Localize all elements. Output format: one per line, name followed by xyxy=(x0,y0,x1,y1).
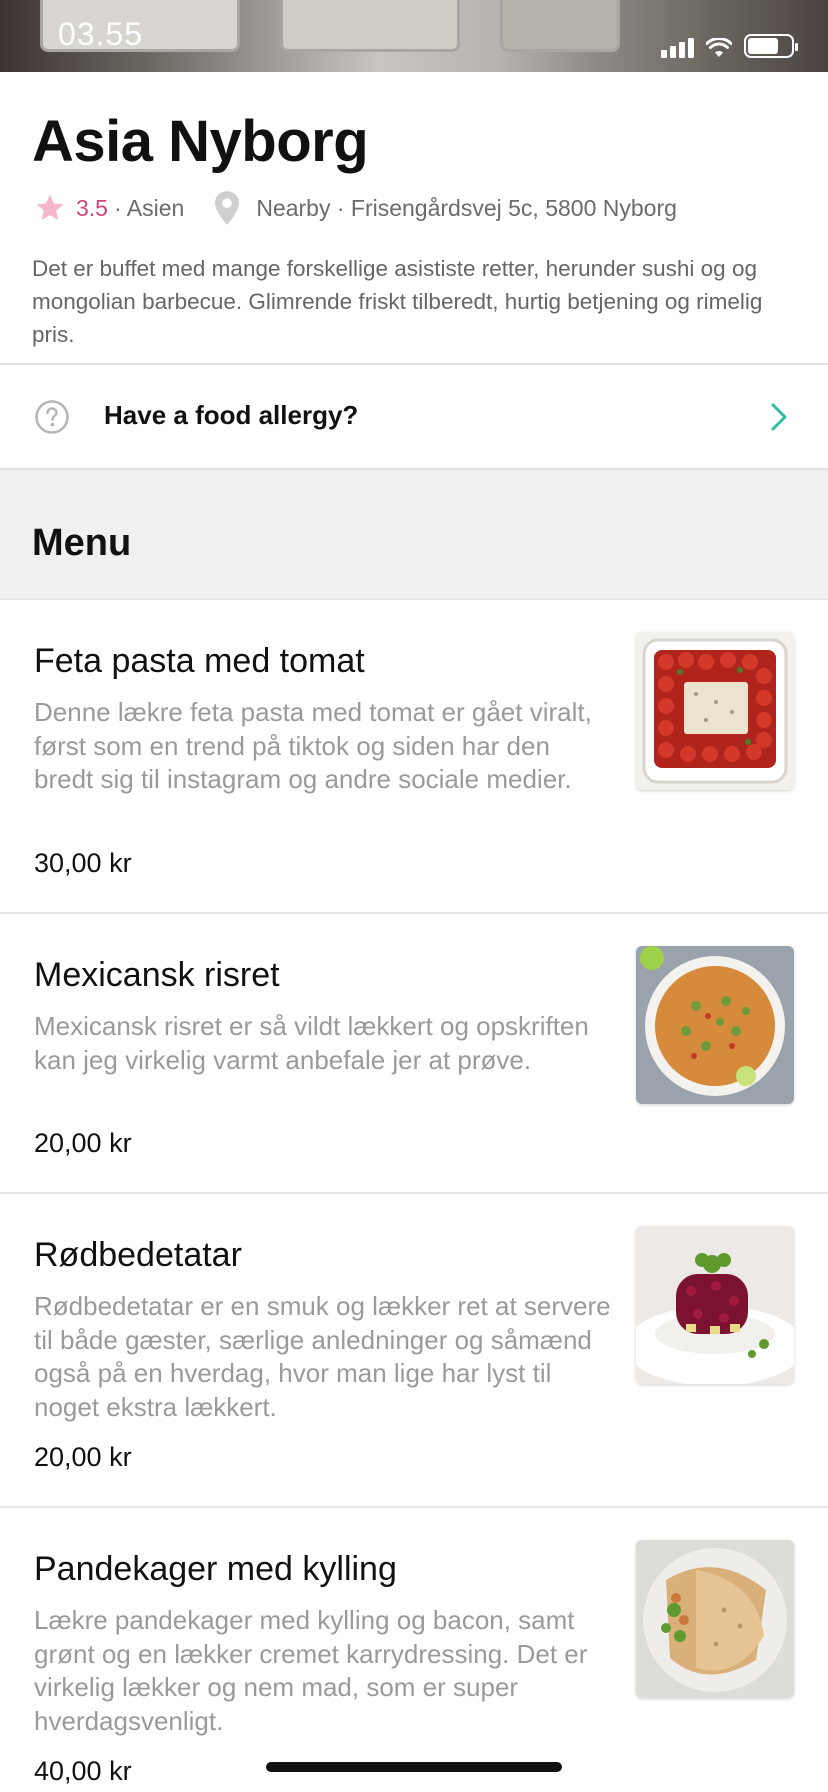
star-icon xyxy=(36,194,64,220)
menu-item-image xyxy=(636,946,794,1104)
cuisine-label: · Asien xyxy=(113,194,185,221)
menu-item[interactable]: Rødbedetatar Rødbedetatar er en smuk og … xyxy=(0,1192,828,1506)
menu-item-name: Pandekager med kylling xyxy=(34,1550,397,1588)
divider xyxy=(0,363,828,365)
food-allergy-row[interactable]: Have a food allergy? xyxy=(0,366,828,468)
menu-item-price: 20,00 kr xyxy=(34,1442,132,1472)
menu-item-name: Rødbedetatar xyxy=(34,1236,242,1274)
menu-item[interactable]: Pandekager med kylling Lækre pandekager … xyxy=(0,1506,828,1792)
hero-image: 03.55 xyxy=(0,0,828,72)
menu-item-price: 40,00 kr xyxy=(34,1756,132,1786)
restaurant-description: Det er buffet med mange forskellige asis… xyxy=(32,256,763,347)
signal-icon xyxy=(661,38,694,58)
restaurant-meta: 3.5 · Asien Nearby · Frisengårdsvej 5c, … xyxy=(34,190,677,226)
menu-item-description: Mexicansk risret er så vildt lækkert og … xyxy=(34,1011,589,1075)
feta-pasta-image xyxy=(636,632,794,790)
restaurant-title: Asia Nyborg xyxy=(32,109,369,174)
restaurant-page: 03.55 Asia Nyborg 3.5 · Asien Nearby · F… xyxy=(0,0,828,1792)
hero-tray xyxy=(280,0,460,52)
menu-item-image xyxy=(636,1540,794,1698)
beetroot-tartare-image xyxy=(636,1226,794,1384)
chevron-right-icon xyxy=(771,403,787,431)
menu-item[interactable]: Feta pasta med tomat Denne lækre feta pa… xyxy=(0,598,828,912)
battery-icon xyxy=(744,34,798,58)
location-text[interactable]: Nearby · Frisengårdsvej 5c, 5800 Nyborg xyxy=(256,195,677,222)
status-icons xyxy=(661,34,798,58)
hero-tray xyxy=(500,0,620,52)
mexican-rice-image xyxy=(636,946,794,1104)
menu-item-description: Lækre pandekager med kylling og bacon, s… xyxy=(34,1605,588,1736)
menu-item-price: 30,00 kr xyxy=(34,848,132,878)
menu-item-description: Rødbedetatar er en smuk og lækker ret at… xyxy=(34,1291,611,1422)
menu-item[interactable]: Mexicansk risret Mexicansk risret er så … xyxy=(0,912,828,1192)
menu-item-description: Denne lækre feta pasta med tomat er gået… xyxy=(34,697,592,794)
menu-item-image xyxy=(636,1226,794,1384)
menu-item-name: Feta pasta med tomat xyxy=(34,642,365,680)
menu-item-image xyxy=(636,632,794,790)
pancake-chicken-image xyxy=(636,1540,794,1698)
status-time: 03.55 xyxy=(58,16,144,52)
food-allergy-label: Have a food allergy? xyxy=(104,400,359,430)
menu-item-price: 20,00 kr xyxy=(34,1128,132,1158)
location-pin-icon xyxy=(215,191,240,225)
menu-item-name: Mexicansk risret xyxy=(34,956,280,994)
menu-title: Menu xyxy=(32,522,132,564)
question-circle-icon xyxy=(35,400,69,434)
home-indicator[interactable] xyxy=(266,1762,562,1772)
rating-value: 3.5 xyxy=(76,194,108,221)
menu-section-header: Menu xyxy=(0,470,828,598)
wifi-icon xyxy=(706,38,732,57)
